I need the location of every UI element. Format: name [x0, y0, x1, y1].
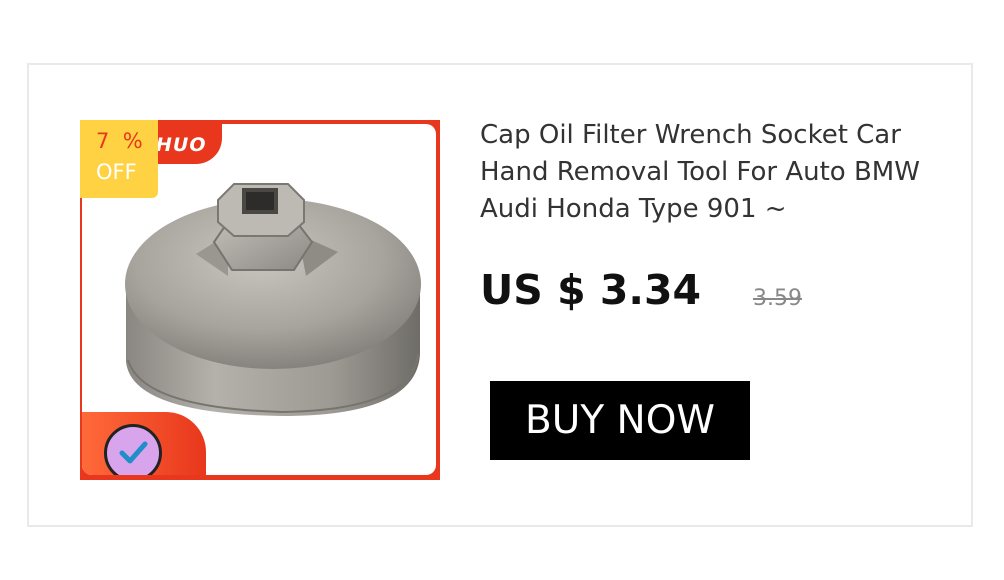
buy-now-button[interactable]: BUY NOW	[490, 381, 750, 460]
brand-text: HUO	[156, 134, 207, 156]
product-title[interactable]: Cap Oil Filter Wrench Socket Car Hand Re…	[480, 117, 940, 228]
original-price: 3.59	[753, 286, 802, 311]
discount-badge: 7 % OFF	[80, 120, 158, 198]
discount-percent: 7 %	[96, 129, 143, 153]
discount-off-label: OFF	[96, 160, 137, 184]
current-price: US $ 3.34	[480, 266, 702, 314]
check-circle-icon	[104, 424, 162, 475]
